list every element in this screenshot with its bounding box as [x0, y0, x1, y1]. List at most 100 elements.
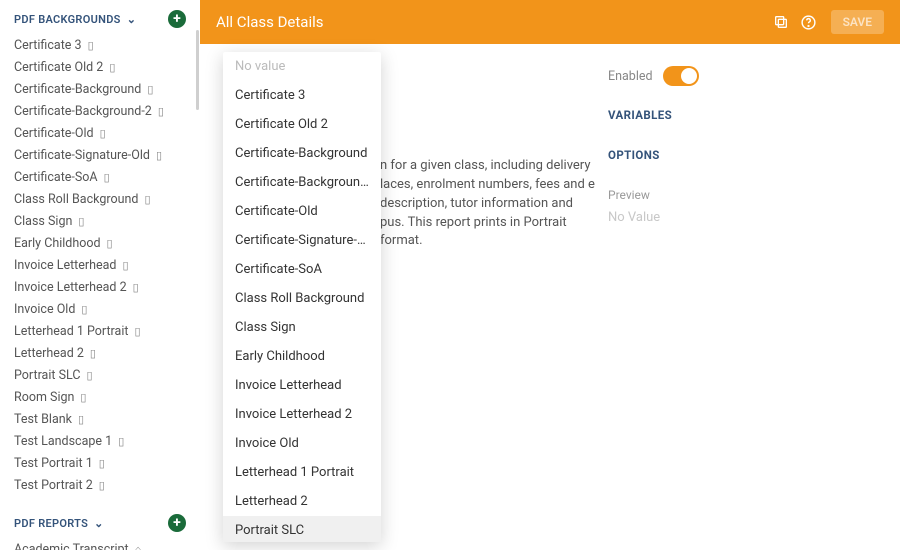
doc-icon: ▯ — [78, 413, 84, 426]
doc-icon: ▯ — [122, 259, 128, 272]
header-bar: All Class Details SAVE — [200, 0, 900, 44]
options-heading[interactable]: OPTIONS — [608, 148, 699, 162]
sidebar-item[interactable]: Test Blank ▯ — [0, 408, 200, 430]
doc-icon: ▯ — [104, 171, 110, 184]
sidebar-item[interactable]: Invoice Letterhead ▯ — [0, 254, 200, 276]
doc-icon: ▯ — [90, 347, 96, 360]
sidebar-item[interactable]: Certificate-Background-2 ▯ — [0, 100, 200, 122]
variables-heading[interactable]: VARIABLES — [608, 108, 699, 122]
dropdown-option[interactable]: Certificate-SoA — [223, 255, 381, 284]
sidebar-item[interactable]: Letterhead 2 ▯ — [0, 342, 200, 364]
sidebar-item-label: Certificate-Background — [14, 82, 141, 97]
dropdown-option[interactable]: Portrait SLC — [223, 516, 381, 542]
sidebar-item[interactable]: Test Portrait 1 ▯ — [0, 452, 200, 474]
sidebar-item[interactable]: Portrait SLC ▯ — [0, 364, 200, 386]
dropdown-option[interactable]: Invoice Letterhead — [223, 371, 381, 400]
doc-icon: ▯ — [81, 303, 87, 316]
background-dropdown: No value Certificate 3Certificate Old 2C… — [223, 52, 381, 542]
dropdown-option[interactable]: Letterhead 1 Portrait — [223, 458, 381, 487]
dropdown-option[interactable]: Certificate Old 2 — [223, 110, 381, 139]
enabled-label: Enabled — [608, 69, 653, 84]
dropdown-scroll[interactable]: No value Certificate 3Certificate Old 2C… — [223, 52, 381, 542]
doc-icon: ▯ — [78, 215, 84, 228]
doc-icon: ▯ — [100, 127, 106, 140]
section-title: PDF REPORTS — [14, 517, 88, 530]
dropdown-option[interactable]: Certificate-Signature-Old — [223, 226, 381, 255]
doc-icon: ▯ — [109, 61, 115, 74]
doc-icon: ▯ — [99, 479, 105, 492]
dropdown-option[interactable]: Letterhead 2 — [223, 487, 381, 516]
preview-label: Preview — [608, 188, 699, 202]
dropdown-placeholder[interactable]: No value — [223, 52, 381, 81]
sidebar-item-label: Certificate-SoA — [14, 170, 98, 185]
doc-icon: ▯ — [156, 149, 162, 162]
page-title: All Class Details — [216, 13, 767, 31]
sidebar-item-label: Invoice Letterhead 2 — [14, 280, 127, 295]
dropdown-option[interactable]: Invoice Letterhead 2 — [223, 400, 381, 429]
sidebar-item-label: Certificate-Background-2 — [14, 104, 152, 119]
sidebar: PDF BACKGROUNDS⌄+Certificate 3▯Certifica… — [0, 0, 200, 550]
sidebar-item-label: Class Roll Background — [14, 192, 138, 207]
help-icon[interactable] — [795, 8, 823, 36]
sidebar-item-label: Letterhead 2 — [14, 346, 84, 361]
sidebar-item[interactable]: Invoice Old ▯ — [0, 298, 200, 320]
sidebar-item-label: Invoice Old — [14, 302, 75, 317]
dropdown-option[interactable]: Certificate 3 — [223, 81, 381, 110]
description-text: n for a given class, including delivery … — [380, 157, 600, 251]
save-button[interactable]: SAVE — [831, 10, 884, 34]
sidebar-item[interactable]: Letterhead 1 Portrait ▯ — [0, 320, 200, 342]
sidebar-item[interactable]: Academic Transcript ⌂ — [0, 538, 200, 550]
add-button[interactable]: + — [168, 10, 186, 28]
sidebar-item[interactable]: Certificate-Background▯ — [0, 78, 200, 100]
doc-icon: ▯ — [80, 391, 86, 404]
sidebar-item[interactable]: Certificate-Signature-Old ▯ — [0, 144, 200, 166]
lock-icon: ⌂ — [135, 543, 142, 550]
sidebar-item[interactable]: Certificate-Old ▯ — [0, 122, 200, 144]
sidebar-item[interactable]: Class Roll Background ▯ — [0, 188, 200, 210]
sidebar-item-label: Certificate-Signature-Old — [14, 148, 150, 163]
doc-icon: ▯ — [118, 435, 124, 448]
sidebar-item-label: Portrait SLC — [14, 368, 80, 383]
doc-icon: ▯ — [99, 457, 105, 470]
doc-icon: ▯ — [86, 369, 92, 382]
dropdown-option[interactable]: Early Childhood — [223, 342, 381, 371]
dropdown-option[interactable]: Class Sign — [223, 313, 381, 342]
doc-icon: ▯ — [134, 325, 140, 338]
copy-icon[interactable] — [767, 8, 795, 36]
preview-value: No Value — [608, 210, 699, 225]
sidebar-item-label: Academic Transcript — [14, 542, 129, 550]
sidebar-scrollbar[interactable] — [196, 30, 199, 110]
sidebar-item[interactable]: Test Landscape 1 ▯ — [0, 430, 200, 452]
sidebar-item[interactable]: Class Sign▯ — [0, 210, 200, 232]
sidebar-item-label: Room Sign — [14, 390, 74, 405]
sidebar-item-label: Certificate-Old — [14, 126, 94, 141]
doc-icon: ▯ — [144, 193, 150, 206]
sidebar-item[interactable]: Certificate-SoA ▯ — [0, 166, 200, 188]
chevron-down-icon: ⌄ — [127, 13, 137, 26]
dropdown-option[interactable]: Invoice Old — [223, 429, 381, 458]
sidebar-item[interactable]: Early Childhood ▯ — [0, 232, 200, 254]
sidebar-item-label: Test Blank — [14, 412, 72, 427]
section-title: PDF BACKGROUNDS — [14, 13, 121, 26]
dropdown-option[interactable]: Certificate-Background-2 — [223, 168, 381, 197]
doc-icon: ▯ — [158, 105, 164, 118]
add-button[interactable]: + — [168, 514, 186, 532]
sidebar-item[interactable]: Test Portrait 2▯ — [0, 474, 200, 496]
sidebar-item[interactable]: Certificate 3▯ — [0, 34, 200, 56]
sidebar-item[interactable]: Room Sign ▯ — [0, 386, 200, 408]
doc-icon: ▯ — [107, 237, 113, 250]
dropdown-option[interactable]: Certificate-Background — [223, 139, 381, 168]
enabled-toggle[interactable] — [663, 66, 699, 86]
dropdown-option[interactable]: Certificate-Old — [223, 197, 381, 226]
sidebar-item-label: Certificate 3 — [14, 38, 82, 53]
section-header[interactable]: PDF REPORTS⌄+ — [0, 510, 200, 538]
sidebar-item-label: Test Landscape 1 — [14, 434, 112, 449]
sidebar-item-label: Early Childhood — [14, 236, 101, 251]
sidebar-item-label: Invoice Letterhead — [14, 258, 116, 273]
sidebar-item-label: Test Portrait 1 — [14, 456, 93, 471]
sidebar-item[interactable]: Invoice Letterhead 2▯ — [0, 276, 200, 298]
section-header[interactable]: PDF BACKGROUNDS ⌄ + — [0, 6, 200, 34]
sidebar-item-label: Letterhead 1 Portrait — [14, 324, 128, 339]
sidebar-item[interactable]: Certificate Old 2▯ — [0, 56, 200, 78]
dropdown-option[interactable]: Class Roll Background — [223, 284, 381, 313]
